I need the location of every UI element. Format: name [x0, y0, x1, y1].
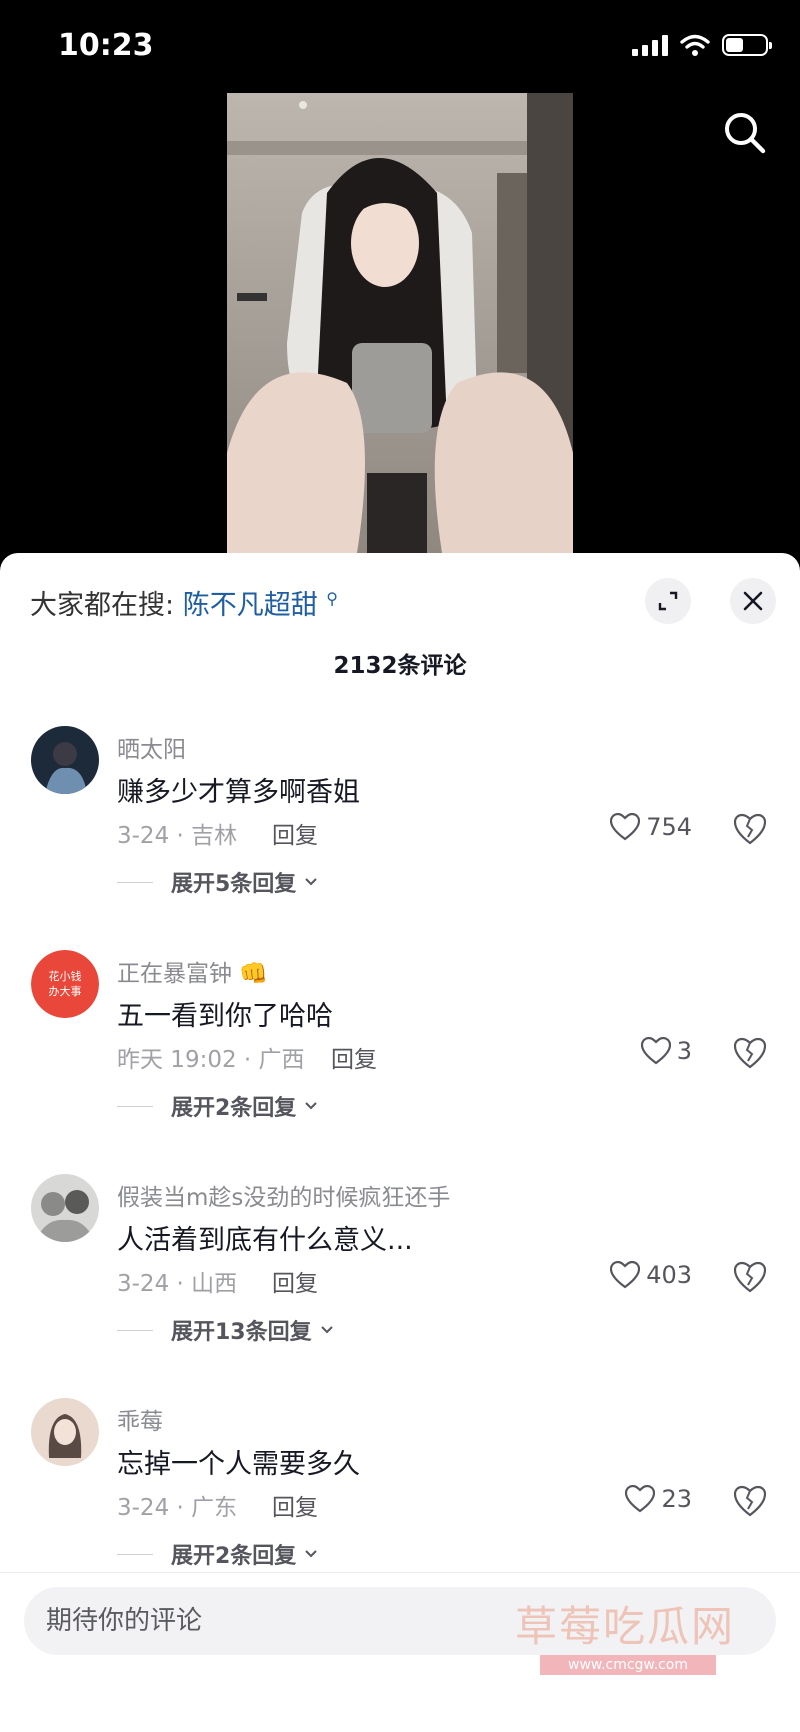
- expand-replies-button[interactable]: 展开2条回复: [117, 1090, 318, 1122]
- wifi-icon: [680, 34, 710, 56]
- like-button[interactable]: 403: [610, 1261, 692, 1289]
- search-button[interactable]: [722, 110, 768, 156]
- status-bar: 10:23: [0, 0, 800, 95]
- divider: [117, 1329, 153, 1331]
- divider: [117, 1105, 153, 1107]
- heart-icon: [625, 1485, 656, 1513]
- like-count: 403: [646, 1261, 692, 1289]
- expand-replies-button[interactable]: 展开5条回复: [117, 866, 318, 898]
- heart-icon: [610, 1261, 641, 1289]
- comment-item: 花小钱 办大事 正在暴富钟 👊 五一看到你了哈哈 昨天 19:02 · 广西 回…: [0, 950, 800, 1170]
- battery-level: [726, 38, 743, 52]
- broken-heart-icon[interactable]: [733, 1485, 767, 1517]
- comment-date-location: 3-24 · 山西: [117, 1271, 238, 1297]
- status-icons: [632, 34, 772, 56]
- comment-date-location: 昨天 19:02 · 广西: [117, 1047, 305, 1073]
- search-icon: [725, 113, 766, 154]
- broken-heart-icon[interactable]: [733, 813, 767, 845]
- fist-emoji-icon: 👊: [239, 961, 268, 987]
- divider: [117, 881, 153, 883]
- comment-text: 忘掉一个人需要多久: [117, 1449, 360, 1480]
- hot-search-bar: 大家都在搜: 陈不凡超甜 ⚲: [30, 583, 338, 622]
- watermark-url: www.cmcgw.com: [540, 1655, 716, 1675]
- comment-username[interactable]: 乖莓: [117, 1402, 163, 1436]
- chevron-down-icon: [305, 878, 318, 886]
- expand-replies-label: 展开2条回复: [171, 1096, 297, 1121]
- comment-text: 赚多少才算多啊香姐: [117, 777, 360, 808]
- comment-username[interactable]: 假装当m趁s没劲的时候疯狂还手: [117, 1178, 450, 1212]
- avatar-text-2: 办大事: [49, 984, 82, 998]
- comment-text: 五一看到你了哈哈: [117, 1001, 333, 1032]
- like-button[interactable]: 754: [610, 813, 692, 841]
- search-mini-icon: ⚲: [326, 589, 339, 608]
- avatar[interactable]: [31, 726, 99, 794]
- heart-icon: [640, 1037, 671, 1065]
- comment-text: 人活着到底有什么意义...: [117, 1225, 413, 1256]
- avatar[interactable]: [31, 1174, 99, 1242]
- avatar[interactable]: [31, 1398, 99, 1466]
- like-button[interactable]: 23: [625, 1485, 692, 1513]
- comment-username[interactable]: 晒太阳: [117, 730, 186, 764]
- comment-item: 假装当m趁s没劲的时候疯狂还手 人活着到底有什么意义... 3-24 · 山西 …: [0, 1174, 800, 1394]
- avatar-image: 花小钱 办大事: [31, 950, 99, 1018]
- chevron-down-icon: [305, 1102, 318, 1110]
- like-button[interactable]: 3: [640, 1037, 692, 1065]
- close-sheet-button[interactable]: [730, 578, 776, 624]
- broken-heart-icon[interactable]: [733, 1037, 767, 1069]
- signal-icon: [632, 34, 668, 56]
- avatar-image: [31, 726, 99, 794]
- status-time: 10:23: [58, 28, 154, 63]
- battery-icon: [722, 34, 772, 56]
- expand-icon: [658, 591, 678, 611]
- expand-sheet-button[interactable]: [645, 578, 691, 624]
- broken-heart-icon[interactable]: [733, 1261, 767, 1293]
- reply-button[interactable]: 回复: [272, 816, 318, 850]
- like-count: 754: [646, 813, 692, 841]
- username-text: 正在暴富钟: [117, 961, 232, 987]
- avatar-image: [31, 1174, 99, 1242]
- expand-replies-label: 展开13条回复: [171, 1320, 312, 1345]
- reply-button[interactable]: 回复: [331, 1040, 377, 1074]
- reply-button[interactable]: 回复: [272, 1264, 318, 1298]
- comment-item: 晒太阳 赚多少才算多啊香姐 3-24 · 吉林 回复 754 展开5条回复: [0, 726, 800, 946]
- like-count: 3: [676, 1037, 692, 1065]
- comment-date-location: 3-24 · 广东: [117, 1495, 238, 1521]
- expand-replies-button[interactable]: 展开13条回复: [117, 1314, 334, 1346]
- avatar[interactable]: 花小钱 办大事: [31, 950, 99, 1018]
- comment-date-location: 3-24 · 吉林: [117, 823, 238, 849]
- like-count: 23: [661, 1485, 692, 1513]
- expand-replies-button[interactable]: 展开2条回复: [117, 1538, 318, 1570]
- chevron-down-icon: [320, 1326, 333, 1334]
- comment-count: 2132条评论: [333, 653, 467, 679]
- watermark-title: 草莓吃瓜网: [515, 1602, 736, 1651]
- video-player[interactable]: [227, 93, 573, 553]
- comment-input-bar: 草莓吃瓜网 www.cmcgw.com: [0, 1572, 800, 1732]
- expand-replies-label: 展开5条回复: [171, 872, 297, 897]
- comments-sheet: 大家都在搜: 陈不凡超甜 ⚲ 2132条评论 晒太阳 赚多少才算多啊香姐 3-2…: [0, 553, 800, 1731]
- hot-search-term[interactable]: 陈不凡超甜: [183, 590, 318, 621]
- avatar-image: [31, 1398, 99, 1466]
- heart-icon: [610, 813, 641, 841]
- close-icon: [743, 591, 763, 611]
- expand-replies-label: 展开2条回复: [171, 1544, 297, 1569]
- video-frame-image: [227, 93, 573, 553]
- hot-search-prefix: 大家都在搜:: [30, 590, 175, 621]
- avatar-text-1: 花小钱: [49, 969, 82, 983]
- reply-button[interactable]: 回复: [272, 1488, 318, 1522]
- chevron-down-icon: [305, 1550, 318, 1558]
- divider: [117, 1553, 153, 1555]
- comment-username[interactable]: 正在暴富钟 👊: [117, 954, 268, 988]
